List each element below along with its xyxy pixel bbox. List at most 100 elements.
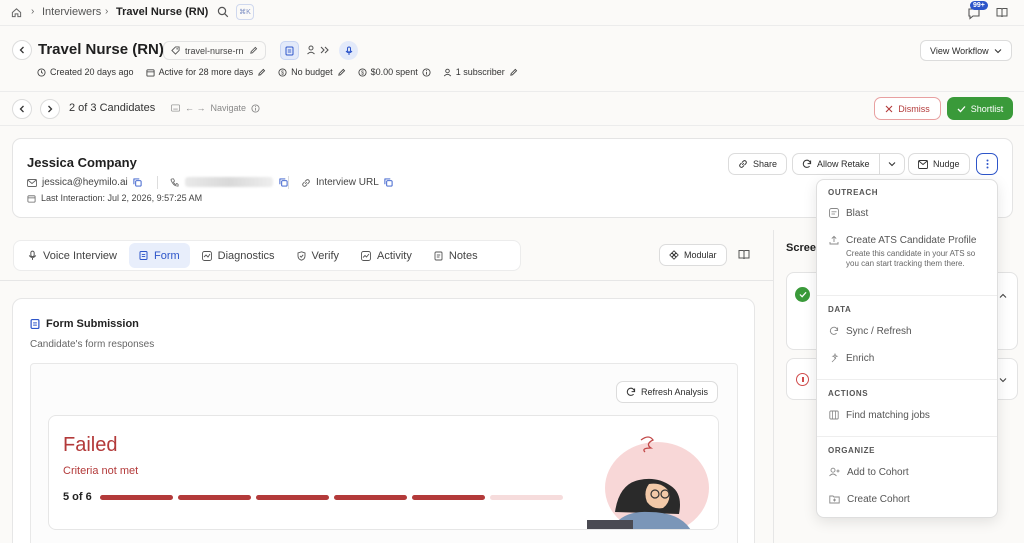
- copy-icon[interactable]: [384, 178, 393, 187]
- meta-subscribers: 1 subscriber: [443, 67, 518, 77]
- phone-row: [170, 177, 288, 187]
- pencil-icon[interactable]: [337, 68, 346, 77]
- meta-subscribers-text: 1 subscriber: [455, 67, 505, 77]
- share-button[interactable]: Share: [728, 153, 788, 175]
- shortlist-button[interactable]: Shortlist: [947, 97, 1013, 120]
- info-icon[interactable]: [422, 67, 431, 77]
- pencil-icon[interactable]: [509, 68, 518, 77]
- alert-circle-icon: [796, 373, 809, 386]
- score-bar-segment: [334, 495, 407, 500]
- meta-budget: $ No budget: [278, 67, 346, 77]
- tab-label: Activity: [377, 249, 412, 262]
- meta-spent-text: $0.00 spent: [370, 67, 418, 77]
- shield-icon: [297, 250, 305, 261]
- refresh-analysis-button[interactable]: Refresh Analysis: [616, 381, 719, 403]
- menu-item-label: Blast: [846, 208, 869, 219]
- upload-icon: [829, 235, 839, 245]
- last-interaction-row: Last Interaction: Jul 2, 2026, 9:57:25 A…: [27, 193, 202, 203]
- docs-icon[interactable]: [996, 7, 1008, 18]
- navigate-hint-text: Navigate: [210, 103, 247, 113]
- candidate-email: jessica@heymilo.ai: [42, 177, 128, 188]
- refresh-analysis-label: Refresh Analysis: [641, 387, 709, 397]
- calendar-icon: [146, 68, 155, 77]
- nudge-button[interactable]: Nudge: [908, 153, 970, 175]
- message-icon: [829, 208, 839, 218]
- form-icon: [139, 251, 148, 260]
- more-options-button[interactable]: [976, 153, 998, 175]
- result-criteria: Criteria not met: [63, 465, 139, 477]
- meta-budget-text: No budget: [291, 67, 333, 77]
- page-title: Travel Nurse (RN): [38, 41, 164, 58]
- home-icon[interactable]: [11, 7, 22, 18]
- chevron-down-icon[interactable]: [999, 377, 1007, 383]
- dismiss-button[interactable]: Dismiss: [874, 97, 941, 120]
- frustrated-person-illustration: [579, 424, 718, 529]
- modular-button[interactable]: Modular: [659, 244, 727, 266]
- menu-item-find-matching-jobs[interactable]: Find matching jobs: [829, 410, 930, 422]
- score-bar-segment: [100, 495, 173, 500]
- more-options-menu: OUTREACH Blast Create ATS Candidate Prof…: [816, 179, 998, 518]
- voice-mode-icon[interactable]: [339, 41, 358, 60]
- email-row: jessica@heymilo.ai: [27, 177, 142, 188]
- meta-active: Active for 28 more days: [146, 67, 267, 77]
- tab-verify[interactable]: Verify: [287, 243, 350, 268]
- copy-icon[interactable]: [133, 178, 142, 187]
- form-mode-icon[interactable]: [280, 41, 299, 60]
- mail-icon: [27, 178, 37, 187]
- form-icon: [30, 318, 40, 330]
- tab-activity[interactable]: Activity: [351, 243, 422, 268]
- tab-label: Form: [153, 249, 180, 262]
- meta-created-text: Created 20 days ago: [50, 67, 134, 77]
- chevron-up-icon[interactable]: [999, 293, 1007, 299]
- candidate-name: Jessica Company: [27, 155, 137, 170]
- search-icon[interactable]: [217, 6, 229, 18]
- back-button[interactable]: [12, 40, 32, 60]
- nudge-label: Nudge: [933, 159, 960, 169]
- folder-plus-icon: [829, 495, 840, 504]
- menu-item-create-ats-profile[interactable]: Create ATS Candidate Profile Create this…: [829, 235, 986, 269]
- menu-item-blast[interactable]: Blast: [829, 208, 868, 220]
- tab-voice-interview[interactable]: Voice Interview: [18, 243, 127, 268]
- breadcrumb-interviewers[interactable]: Interviewers: [42, 6, 101, 18]
- section-organize: ORGANIZE: [828, 446, 876, 455]
- phone-icon: [170, 177, 179, 187]
- interview-url-link[interactable]: Interview URL: [316, 177, 379, 188]
- svg-text:$: $: [281, 70, 284, 76]
- chevron-right-icon: ›: [31, 6, 35, 17]
- menu-item-create-cohort[interactable]: Create Cohort: [829, 494, 910, 506]
- candidate-navigation: 2 of 3 Candidates ← → Navigate Dismiss S…: [0, 92, 1024, 126]
- allow-retake-dropdown[interactable]: [880, 154, 904, 174]
- refresh-icon: [626, 387, 636, 396]
- shortlist-label: Shortlist: [970, 103, 1004, 114]
- slug-chip[interactable]: travel-nurse-rn: [163, 41, 266, 60]
- menu-item-add-to-cohort[interactable]: Add to Cohort: [829, 467, 909, 479]
- prev-candidate-button[interactable]: [12, 99, 32, 119]
- menu-item-sync-refresh[interactable]: Sync / Refresh: [829, 326, 912, 338]
- pencil-icon[interactable]: [257, 68, 266, 77]
- copy-icon[interactable]: [279, 177, 288, 187]
- dollar-circle-icon: $: [278, 67, 287, 76]
- tab-label: Verify: [311, 249, 340, 262]
- menu-item-label: Find matching jobs: [846, 410, 930, 421]
- interview-url-row[interactable]: Interview URL: [301, 177, 393, 188]
- shortcut-hint: ⌘K: [236, 4, 254, 20]
- section-data: DATA: [828, 305, 852, 314]
- menu-item-enrich[interactable]: Enrich: [829, 353, 874, 365]
- tabs-divider: [0, 280, 773, 281]
- allow-retake-button[interactable]: Allow Retake: [793, 154, 880, 174]
- next-candidate-button[interactable]: [40, 99, 60, 119]
- meta-active-text: Active for 28 more days: [158, 67, 254, 77]
- divider: [288, 176, 289, 189]
- tab-notes[interactable]: Notes: [424, 243, 488, 268]
- view-workflow-button[interactable]: View Workflow: [920, 40, 1012, 61]
- divider: [817, 436, 997, 437]
- book-icon[interactable]: [738, 249, 750, 260]
- top-bar: › Interviewers › Travel Nurse (RN) ⌘K 99…: [0, 0, 1024, 26]
- pencil-icon: [249, 46, 257, 54]
- panel-divider: [773, 230, 774, 543]
- tab-form[interactable]: Form: [128, 243, 190, 268]
- meta-spent: $ $0.00 spent: [358, 67, 431, 77]
- meta-row: Created 20 days ago Active for 28 more d…: [37, 67, 518, 77]
- tab-diagnostics[interactable]: Diagnostics: [192, 243, 285, 268]
- slug-text: travel-nurse-rn: [185, 45, 244, 56]
